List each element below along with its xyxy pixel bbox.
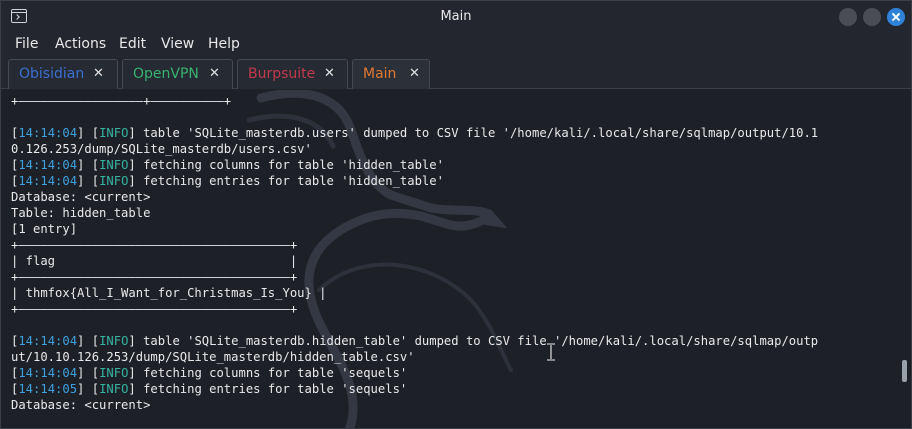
terminal-line: [14:14:04] [INFO] table 'SQLite_masterdb… xyxy=(11,125,818,141)
tab-label: Obisidian xyxy=(19,66,85,82)
terminal-line: +—————————————————————————————————————+ xyxy=(11,269,818,285)
timestamp: 14:14:05 xyxy=(18,382,78,396)
log-level: INFO xyxy=(99,126,129,140)
line-text: | flag | xyxy=(11,254,298,268)
timestamp: 14:14:04 xyxy=(18,158,78,172)
terminal-line: +—————————————————+——————————+ xyxy=(11,93,818,109)
line-text: ] table 'SQLite_masterdb.users' dumped t… xyxy=(128,126,819,140)
log-level: INFO xyxy=(99,334,129,348)
window-title: Main xyxy=(440,9,472,24)
terminal-line: +—————————————————————————————————————+ xyxy=(11,237,818,253)
line-text: | thmfox{All_I_Want_for_Christmas_Is_You… xyxy=(11,286,327,300)
timestamp: 14:14:04 xyxy=(18,126,78,140)
menu-actions[interactable]: Actions xyxy=(55,36,106,52)
terminal-output[interactable]: +—————————————————+——————————+ [14:14:04]… xyxy=(1,90,911,428)
title-bar[interactable]: Main xyxy=(1,1,911,33)
line-text: +—————————————————+——————————+ xyxy=(11,94,232,108)
close-tab-icon[interactable]: ✕ xyxy=(93,66,104,81)
tab-main[interactable]: Main ✕ xyxy=(352,59,430,89)
close-tab-icon[interactable]: ✕ xyxy=(409,66,420,81)
terminal-line: [1 entry] xyxy=(11,221,818,237)
line-text: ] fetching entries for table 'sequels' xyxy=(128,382,408,396)
line-text: ] fetching columns for table 'hidden_tab… xyxy=(128,158,444,172)
minimize-button[interactable] xyxy=(839,8,857,26)
tab-burpsuite[interactable]: Burpsuite ✕ xyxy=(237,59,348,89)
terminal-line: [14:14:04] [INFO] fetching entries for t… xyxy=(11,173,818,189)
line-text: ] fetching columns for table 'sequels' xyxy=(128,366,408,380)
maximize-button[interactable] xyxy=(863,8,881,26)
line-text: ] [ xyxy=(77,174,100,188)
terminal-line: Database: <current> xyxy=(11,397,818,413)
line-text: ] [ xyxy=(77,366,100,380)
terminal-line: Table: hidden_table xyxy=(11,205,818,221)
terminal-line: | thmfox{All_I_Want_for_Christmas_Is_You… xyxy=(11,285,818,301)
line-text: Database: <current> xyxy=(11,190,151,204)
tab-label: Main xyxy=(363,66,397,82)
line-text: Table: hidden_table xyxy=(11,206,151,220)
line-text: ] [ xyxy=(77,334,100,348)
line-text: ] table 'SQLite_masterdb.hidden_table' d… xyxy=(128,334,819,348)
menu-bar: File Actions Edit View Help xyxy=(1,33,911,57)
line-text: +—————————————————————————————————————+ xyxy=(11,270,298,284)
tab-label: OpenVPN xyxy=(133,66,199,82)
log-level: INFO xyxy=(99,174,129,188)
tab-label: Burpsuite xyxy=(248,66,316,82)
line-text: ] [ xyxy=(77,126,100,140)
line-text: ] fetching entries for table 'hidden_tab… xyxy=(128,174,444,188)
terminal-line: [14:14:04] [INFO] fetching columns for t… xyxy=(11,365,818,381)
menu-help[interactable]: Help xyxy=(208,36,240,52)
terminal-line: Database: <current> xyxy=(11,189,818,205)
terminal-lines: +—————————————————+——————————+ [14:14:04]… xyxy=(11,93,818,413)
log-level: INFO xyxy=(99,158,129,172)
close-tab-icon[interactable]: ✕ xyxy=(324,66,335,81)
log-level: INFO xyxy=(99,366,129,380)
close-tab-icon[interactable]: ✕ xyxy=(209,66,220,81)
line-text: +—————————————————————————————————————+ xyxy=(11,238,298,252)
tab-obisidian[interactable]: Obisidian ✕ xyxy=(8,59,118,89)
menu-view[interactable]: View xyxy=(161,36,194,52)
line-text: [1 entry] xyxy=(11,222,78,236)
terminal-line: | flag | xyxy=(11,253,818,269)
timestamp: 14:14:04 xyxy=(18,334,78,348)
terminal-window: Main File Actions Edit View Help Obisidi… xyxy=(0,0,912,429)
timestamp: 14:14:04 xyxy=(18,366,78,380)
timestamp: 14:14:04 xyxy=(18,174,78,188)
line-text: ] [ xyxy=(77,382,100,396)
close-button[interactable] xyxy=(887,8,905,26)
terminal-line: [14:14:05] [INFO] fetching entries for t… xyxy=(11,381,818,397)
log-level: INFO xyxy=(99,382,129,396)
line-text: Database: <current> xyxy=(11,398,151,412)
terminal-line: +—————————————————————————————————————+ xyxy=(11,301,818,317)
terminal-line: 0.126.253/dump/SQLite_masterdb/users.csv… xyxy=(11,141,818,157)
terminal-line: [14:14:04] [INFO] table 'SQLite_masterdb… xyxy=(11,333,818,349)
terminal-line: [14:14:04] [INFO] fetching columns for t… xyxy=(11,157,818,173)
tab-bar: Obisidian ✕ OpenVPN ✕ Burpsuite ✕ Main ✕ xyxy=(1,57,911,89)
line-text: 0.126.253/dump/SQLite_masterdb/users.csv… xyxy=(11,142,312,156)
menu-file[interactable]: File xyxy=(15,36,38,52)
menu-edit[interactable]: Edit xyxy=(119,36,146,52)
text-cursor-icon xyxy=(547,343,555,361)
tab-openvpn[interactable]: OpenVPN ✕ xyxy=(122,59,233,89)
terminal-line: ut/10.10.126.253/dump/SQLite_masterdb/hi… xyxy=(11,349,818,365)
line-text: +—————————————————————————————————————+ xyxy=(11,302,298,316)
line-text: ] [ xyxy=(77,158,100,172)
line-text: ut/10.10.126.253/dump/SQLite_masterdb/hi… xyxy=(11,350,415,364)
scrollbar-thumb[interactable] xyxy=(902,360,907,382)
